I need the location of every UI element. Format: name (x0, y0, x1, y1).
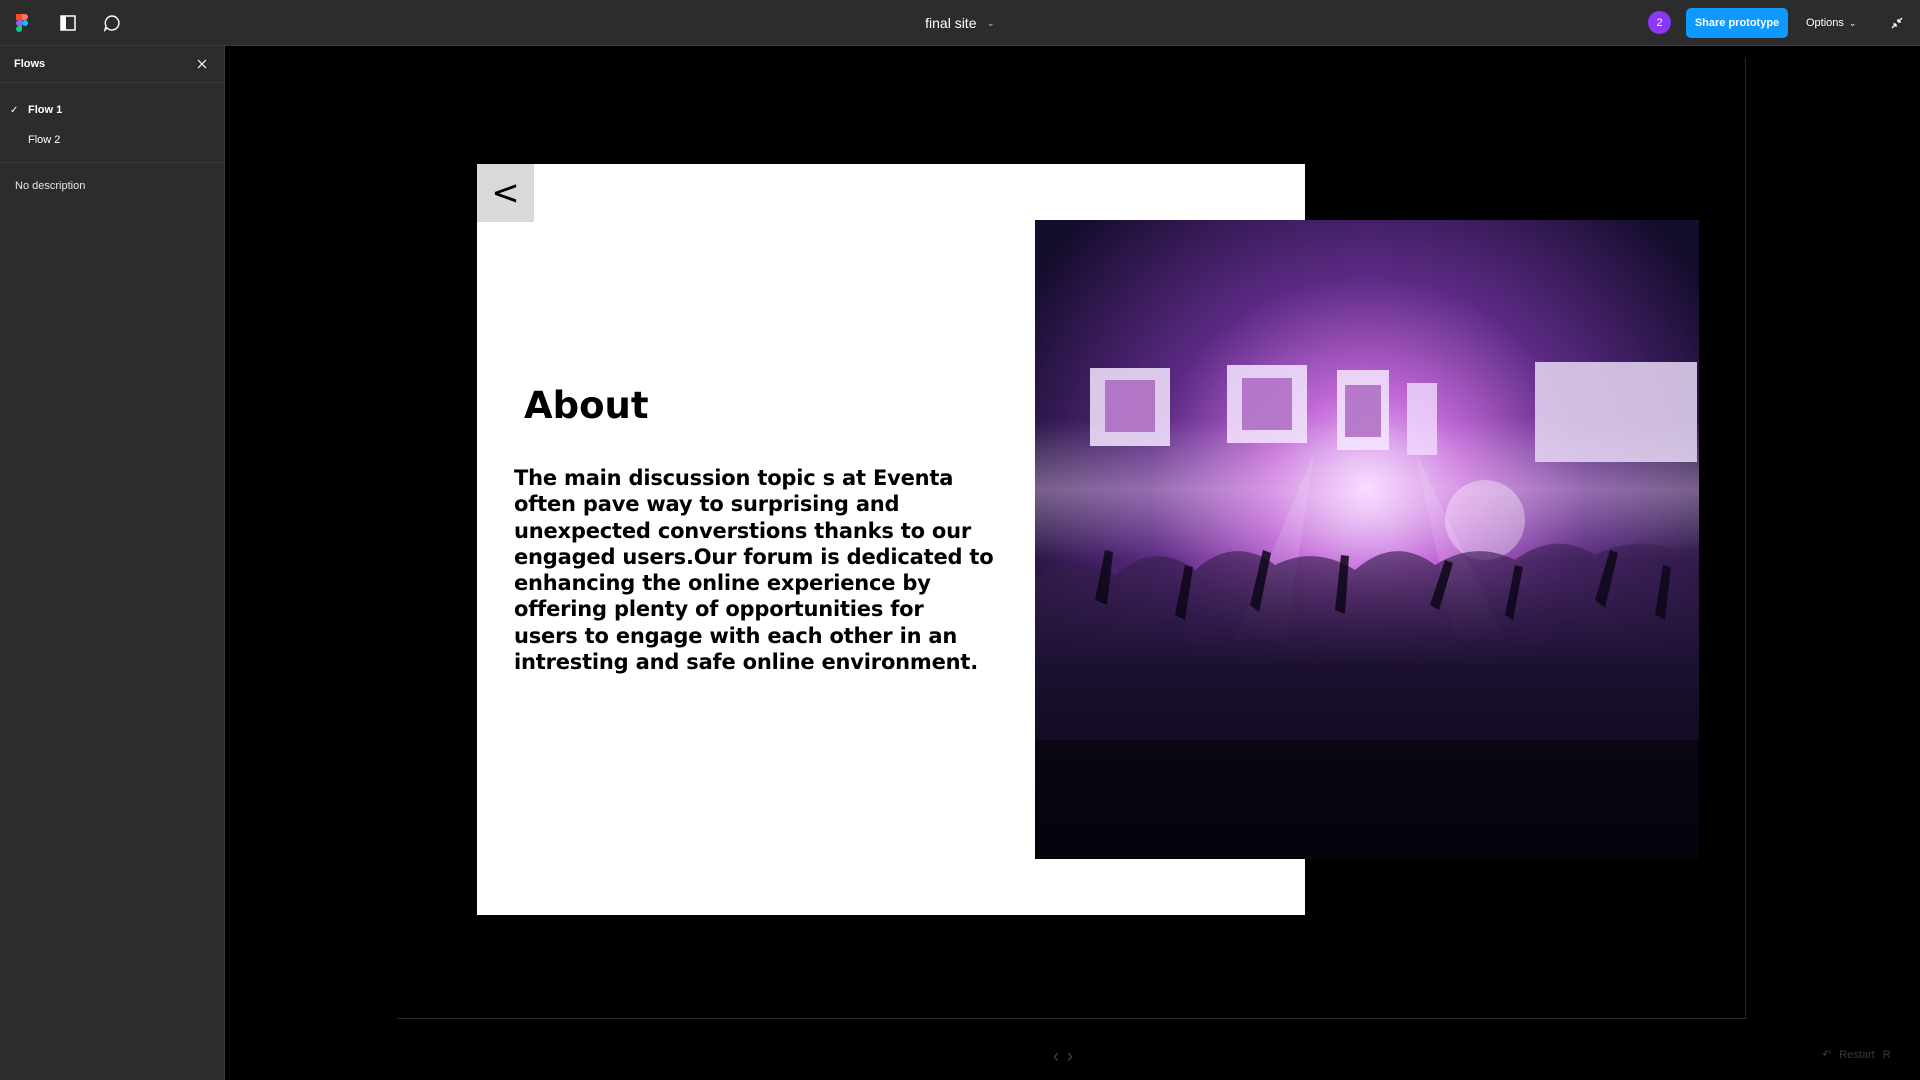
sidebar-header: Flows (0, 46, 224, 83)
restart-button[interactable]: ↶ Restart R (1822, 1048, 1891, 1062)
restart-icon: ↶ (1822, 1049, 1832, 1061)
avatar[interactable]: 2 (1648, 11, 1671, 34)
flow-item-2[interactable]: Flow 2 (0, 125, 224, 155)
comment-icon[interactable] (100, 11, 124, 35)
arrow-right-icon[interactable]: › (1067, 1046, 1073, 1067)
page-title: About (524, 384, 649, 427)
concert-image (1035, 220, 1699, 859)
close-icon[interactable] (194, 56, 210, 72)
flow-description: No description (15, 180, 86, 192)
share-prototype-button[interactable]: Share prototype (1686, 8, 1788, 38)
frame-edge (397, 1018, 1746, 1019)
options-label: Options (1806, 17, 1844, 29)
flows-sidebar: Flows ✓ Flow 1 Flow 2 No description (0, 46, 225, 1080)
collapse-icon[interactable] (1886, 12, 1908, 34)
flow-list: ✓ Flow 1 Flow 2 (0, 83, 224, 163)
figma-logo-icon[interactable] (10, 11, 34, 35)
flow-label: Flow 2 (28, 134, 61, 146)
back-button[interactable]: < (477, 164, 534, 222)
file-name-menu[interactable]: final site ⌄ (925, 0, 995, 46)
flow-item-1[interactable]: ✓ Flow 1 (0, 95, 224, 125)
arrow-left-icon[interactable]: ‹ (1053, 1046, 1059, 1067)
top-toolbar: final site ⌄ 2 Share prototype Options ⌄ (0, 0, 1920, 46)
options-button[interactable]: Options ⌄ (1806, 8, 1856, 38)
sidebar-title: Flows (14, 58, 46, 70)
frame-edge (1745, 58, 1746, 1018)
restart-shortcut: R (1882, 1048, 1891, 1061)
file-name: final site (925, 15, 977, 31)
flow-label: Flow 1 (28, 104, 63, 116)
chevron-down-icon: ⌄ (986, 17, 995, 29)
chevron-down-icon: ⌄ (1848, 17, 1857, 28)
frame-navigation: ‹ › (1053, 1046, 1073, 1067)
sidebar-toggle-icon[interactable] (56, 11, 80, 35)
about-body-text: The main discussion topic s at Eventa of… (514, 466, 994, 675)
check-icon: ✓ (10, 104, 19, 116)
restart-label: Restart (1839, 1048, 1875, 1061)
